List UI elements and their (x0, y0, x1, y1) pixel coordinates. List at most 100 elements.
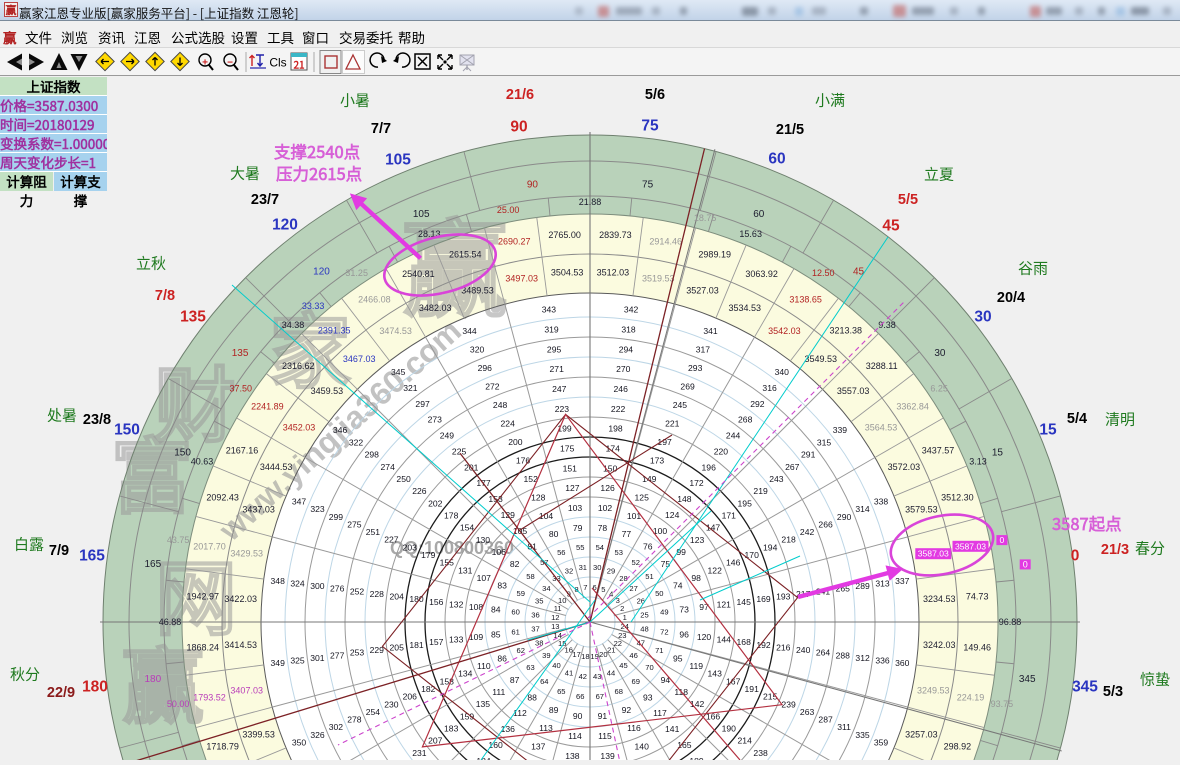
svg-text:150: 150 (114, 422, 140, 439)
svg-text:1793.52: 1793.52 (193, 693, 226, 703)
svg-text:86: 86 (497, 653, 507, 663)
svg-text:134: 134 (458, 669, 473, 679)
svg-text:22: 22 (614, 639, 622, 648)
svg-text:60: 60 (753, 209, 765, 220)
svg-text:228: 228 (370, 589, 385, 599)
svg-text:198: 198 (608, 424, 623, 434)
svg-text:206: 206 (403, 692, 418, 702)
svg-text:80: 80 (549, 529, 559, 539)
svg-text:21/3: 21/3 (1101, 542, 1129, 558)
svg-text:45: 45 (853, 267, 865, 278)
svg-text:2540.81: 2540.81 (402, 269, 435, 279)
svg-text:98: 98 (691, 573, 701, 583)
svg-text:2466.08: 2466.08 (358, 294, 391, 304)
svg-text:223: 223 (555, 404, 570, 414)
svg-text:172: 172 (689, 478, 704, 488)
svg-text:60: 60 (511, 608, 519, 617)
svg-text:3474.53: 3474.53 (379, 326, 412, 336)
svg-text:190: 190 (722, 724, 737, 734)
svg-text:69: 69 (631, 677, 639, 686)
svg-text:82: 82 (510, 559, 520, 569)
svg-text:251: 251 (366, 527, 381, 537)
svg-text:341: 341 (703, 326, 718, 336)
svg-text:60: 60 (768, 151, 785, 168)
svg-text:317: 317 (696, 345, 711, 355)
svg-text:220: 220 (714, 446, 729, 456)
svg-text:小暑: 小暑 (340, 90, 370, 111)
svg-text:196: 196 (702, 462, 717, 472)
svg-text:155: 155 (440, 558, 455, 568)
svg-text:赢: 赢 (122, 621, 204, 740)
svg-text:319: 319 (544, 325, 559, 335)
svg-text:91: 91 (598, 711, 608, 721)
svg-text:106: 106 (492, 547, 507, 557)
svg-text:34.38: 34.38 (282, 320, 305, 330)
svg-text:66: 66 (576, 692, 584, 701)
svg-text:97: 97 (699, 602, 709, 612)
svg-text:68: 68 (614, 687, 622, 696)
svg-text:75: 75 (641, 118, 659, 135)
svg-text:128: 128 (531, 492, 546, 502)
svg-text:193: 193 (776, 592, 791, 602)
svg-text:340: 340 (775, 367, 790, 377)
svg-text:225: 225 (452, 446, 467, 456)
svg-text:191: 191 (745, 684, 760, 694)
svg-text:28: 28 (619, 574, 627, 583)
svg-text:313: 313 (875, 579, 890, 589)
svg-text:51: 51 (645, 572, 653, 581)
svg-text:291: 291 (801, 450, 816, 460)
svg-text:135: 135 (180, 309, 206, 326)
svg-text:238: 238 (753, 748, 768, 758)
svg-text:315: 315 (817, 437, 832, 447)
svg-text:47: 47 (637, 639, 645, 648)
svg-text:3512.03: 3512.03 (597, 268, 630, 278)
svg-text:70: 70 (645, 663, 653, 672)
svg-text:293: 293 (688, 363, 703, 373)
svg-text:321: 321 (403, 383, 418, 393)
svg-text:春分: 春分 (1135, 538, 1165, 559)
svg-text:95: 95 (673, 653, 683, 663)
svg-text:218: 218 (781, 535, 796, 545)
svg-text:154: 154 (460, 523, 475, 533)
svg-text:112: 112 (513, 708, 527, 718)
svg-text:359: 359 (874, 738, 889, 748)
svg-text:138: 138 (565, 751, 580, 760)
svg-text:295: 295 (547, 344, 562, 354)
svg-text:5/4: 5/4 (1067, 411, 1087, 427)
svg-text:67: 67 (596, 692, 604, 701)
svg-text:133: 133 (449, 635, 464, 645)
svg-text:13: 13 (551, 622, 559, 631)
svg-text:2989.19: 2989.19 (698, 250, 731, 260)
svg-text:143: 143 (708, 669, 723, 679)
svg-text:189: 189 (689, 756, 704, 760)
svg-text:290: 290 (837, 512, 852, 522)
svg-text:Cls: Cls (269, 54, 286, 71)
svg-text:50.00: 50.00 (167, 699, 190, 709)
svg-text:支撑2540点: 支撑2540点 (274, 139, 361, 163)
svg-text:1868.24: 1868.24 (187, 642, 220, 652)
svg-text:3422.03: 3422.03 (224, 594, 257, 604)
svg-text:53: 53 (614, 548, 622, 557)
svg-text:239: 239 (781, 699, 796, 709)
svg-text:惊蛰: 惊蛰 (1140, 669, 1170, 690)
svg-text:110: 110 (477, 661, 491, 671)
svg-text:压力2615点: 压力2615点 (276, 161, 363, 185)
svg-text:253: 253 (350, 648, 365, 658)
svg-text:263: 263 (800, 707, 815, 717)
svg-text:360: 360 (895, 658, 910, 668)
svg-text:52: 52 (631, 558, 639, 567)
svg-text:71: 71 (655, 646, 663, 655)
svg-text:73: 73 (679, 605, 689, 615)
svg-text:146: 146 (726, 558, 741, 568)
svg-text:37.50: 37.50 (230, 384, 253, 394)
svg-text:3587.03: 3587.03 (955, 541, 986, 551)
svg-text:246: 246 (614, 384, 629, 394)
svg-text:15.63: 15.63 (739, 229, 762, 239)
svg-text:269: 269 (680, 381, 695, 391)
svg-text:267: 267 (785, 462, 800, 472)
svg-text:3587.03: 3587.03 (918, 549, 949, 559)
svg-text:秋分: 秋分 (10, 664, 40, 685)
svg-text:79: 79 (573, 523, 583, 533)
svg-text:316: 316 (762, 383, 777, 393)
svg-text:345: 345 (1072, 679, 1098, 696)
